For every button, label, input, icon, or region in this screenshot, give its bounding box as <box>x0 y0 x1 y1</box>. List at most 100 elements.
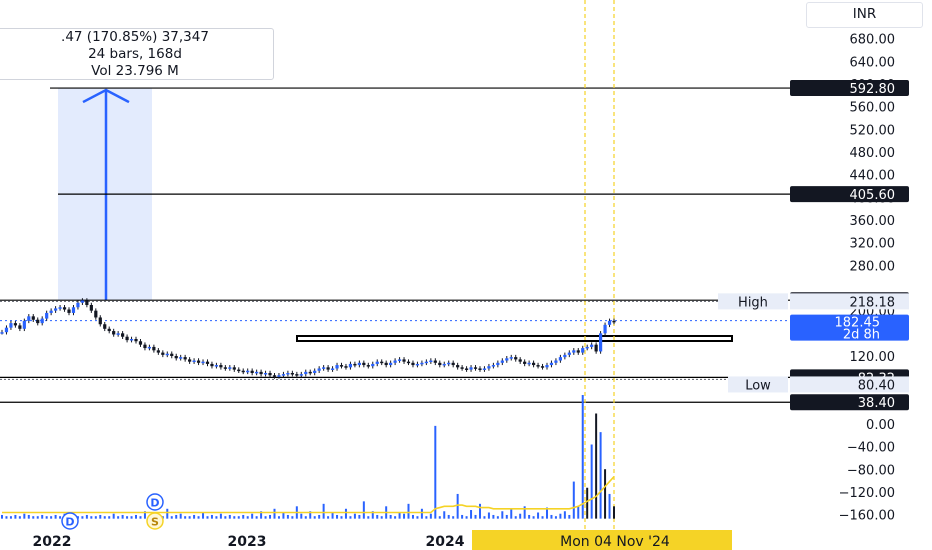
candle-body <box>80 300 85 303</box>
candle-body <box>107 328 111 332</box>
candle-body <box>152 346 156 351</box>
candle-body <box>31 316 35 320</box>
candle-body <box>94 310 98 318</box>
candle-body <box>272 375 277 377</box>
candle-body <box>447 362 451 365</box>
candle-body <box>357 362 361 366</box>
candle-body <box>389 362 393 366</box>
candle-body <box>205 361 210 364</box>
crosshair-date-text: Mon 04 Nov '24 <box>560 534 670 550</box>
candle-body <box>433 360 437 363</box>
price-tick: 640.00 <box>850 55 896 70</box>
price-tick: 560.00 <box>850 101 896 116</box>
candle-body <box>487 366 491 369</box>
candle-body <box>482 368 487 370</box>
candle-body <box>18 325 22 329</box>
candle-body <box>237 369 241 372</box>
candle-body <box>590 344 594 347</box>
measure-bars-text: 24 bars, 168d <box>88 46 182 62</box>
candle-body <box>210 363 214 367</box>
candle-body <box>509 357 513 359</box>
candle-body <box>411 362 415 366</box>
candle-body <box>603 324 607 334</box>
candle-body <box>420 362 424 365</box>
candle-body <box>496 362 500 366</box>
candle-body <box>4 327 9 333</box>
candle-body <box>406 361 411 364</box>
volume-ma <box>2 476 615 514</box>
candle-body <box>134 338 138 342</box>
candle-body <box>125 336 129 341</box>
last-price-countdown: 2d 8h <box>843 328 880 343</box>
marker-letter: D <box>150 497 159 510</box>
candle-body <box>576 350 580 353</box>
candle-body <box>362 362 366 366</box>
candle-body <box>228 367 232 369</box>
candle-body <box>112 331 116 335</box>
candle-body <box>326 367 330 370</box>
candle-body <box>192 360 196 363</box>
time-axis[interactable]: 2022 2023 2024 Mon 04 Nov '24 <box>33 530 732 550</box>
candle-body <box>156 350 160 353</box>
candle-body <box>281 374 286 376</box>
candle-body <box>549 362 554 366</box>
candle-body <box>62 307 67 310</box>
price-chart[interactable]: DDS 680.00640.00600.00560.00520.00480.00… <box>0 0 932 550</box>
candle-body <box>317 368 321 371</box>
candle-body <box>219 365 223 368</box>
candle-body <box>371 363 375 367</box>
candle-body <box>183 357 187 360</box>
price-tick: −40.00 <box>847 441 895 456</box>
event-markers[interactable]: DD S <box>61 493 164 530</box>
measure-volume-text: Vol 23.796 M <box>91 63 179 79</box>
time-tick: 2024 <box>426 534 465 550</box>
candle-body <box>89 304 93 311</box>
candle-body <box>286 372 290 375</box>
candle-body <box>424 361 428 364</box>
candle-body <box>567 352 571 355</box>
candle-body <box>514 357 518 360</box>
candle-body <box>27 316 31 321</box>
candle-body <box>397 359 402 361</box>
candle-body <box>246 370 250 373</box>
level-tag-text: 592.80 <box>850 82 896 97</box>
candle-body <box>201 361 205 364</box>
candle-body <box>469 367 473 370</box>
candle-body <box>223 367 227 369</box>
price-tick: 520.00 <box>850 123 896 138</box>
time-tick: 2022 <box>33 534 72 550</box>
currency-label[interactable]: INR <box>806 2 923 28</box>
low-value: 80.40 <box>858 378 895 393</box>
candle-body <box>54 308 58 311</box>
consolidation-rectangle[interactable] <box>296 335 733 342</box>
candle-body <box>196 360 201 363</box>
candle-body <box>165 353 169 356</box>
marker-letter: S <box>151 516 159 529</box>
price-tick: 360.00 <box>850 214 896 229</box>
time-tick: 2023 <box>228 534 267 550</box>
candle-body <box>49 310 53 313</box>
candle-body <box>85 300 89 305</box>
candle-body <box>456 365 460 368</box>
candle-body <box>263 372 268 375</box>
consolidation-rect[interactable] <box>296 335 733 342</box>
price-tick: −80.00 <box>847 463 895 478</box>
high-value: 218.18 <box>850 295 896 310</box>
price-tick: 320.00 <box>850 237 896 252</box>
candle-body <box>339 365 344 367</box>
candle-body <box>143 344 147 349</box>
candle-body <box>612 320 616 323</box>
candle-body <box>563 354 567 358</box>
candle-body <box>22 320 26 329</box>
candle-body <box>460 367 464 369</box>
price-axis[interactable]: 680.00640.00600.00560.00520.00480.00440.… <box>839 33 895 524</box>
candle-body <box>129 338 134 341</box>
candle-body <box>174 355 178 359</box>
candle-body <box>429 360 433 363</box>
candle-body <box>71 307 76 313</box>
high-label: High <box>738 295 768 310</box>
candle-body <box>598 333 603 352</box>
candle-body <box>147 346 152 349</box>
candle-body <box>451 362 455 366</box>
volume-bars <box>1 395 615 519</box>
